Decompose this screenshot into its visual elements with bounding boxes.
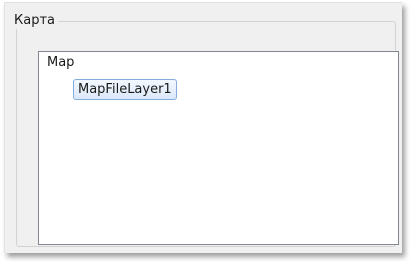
tree-node-mapfilelayer1[interactable]: MapFileLayer1 bbox=[73, 79, 177, 100]
groupbox-title: Карта bbox=[12, 13, 58, 29]
tree-node-map[interactable]: Map bbox=[47, 55, 74, 71]
map-tree-view[interactable]: Map MapFileLayer1 bbox=[38, 51, 399, 245]
dialog-panel: Карта Map MapFileLayer1 bbox=[4, 2, 402, 253]
window-frame: Карта Map MapFileLayer1 bbox=[0, 0, 413, 262]
